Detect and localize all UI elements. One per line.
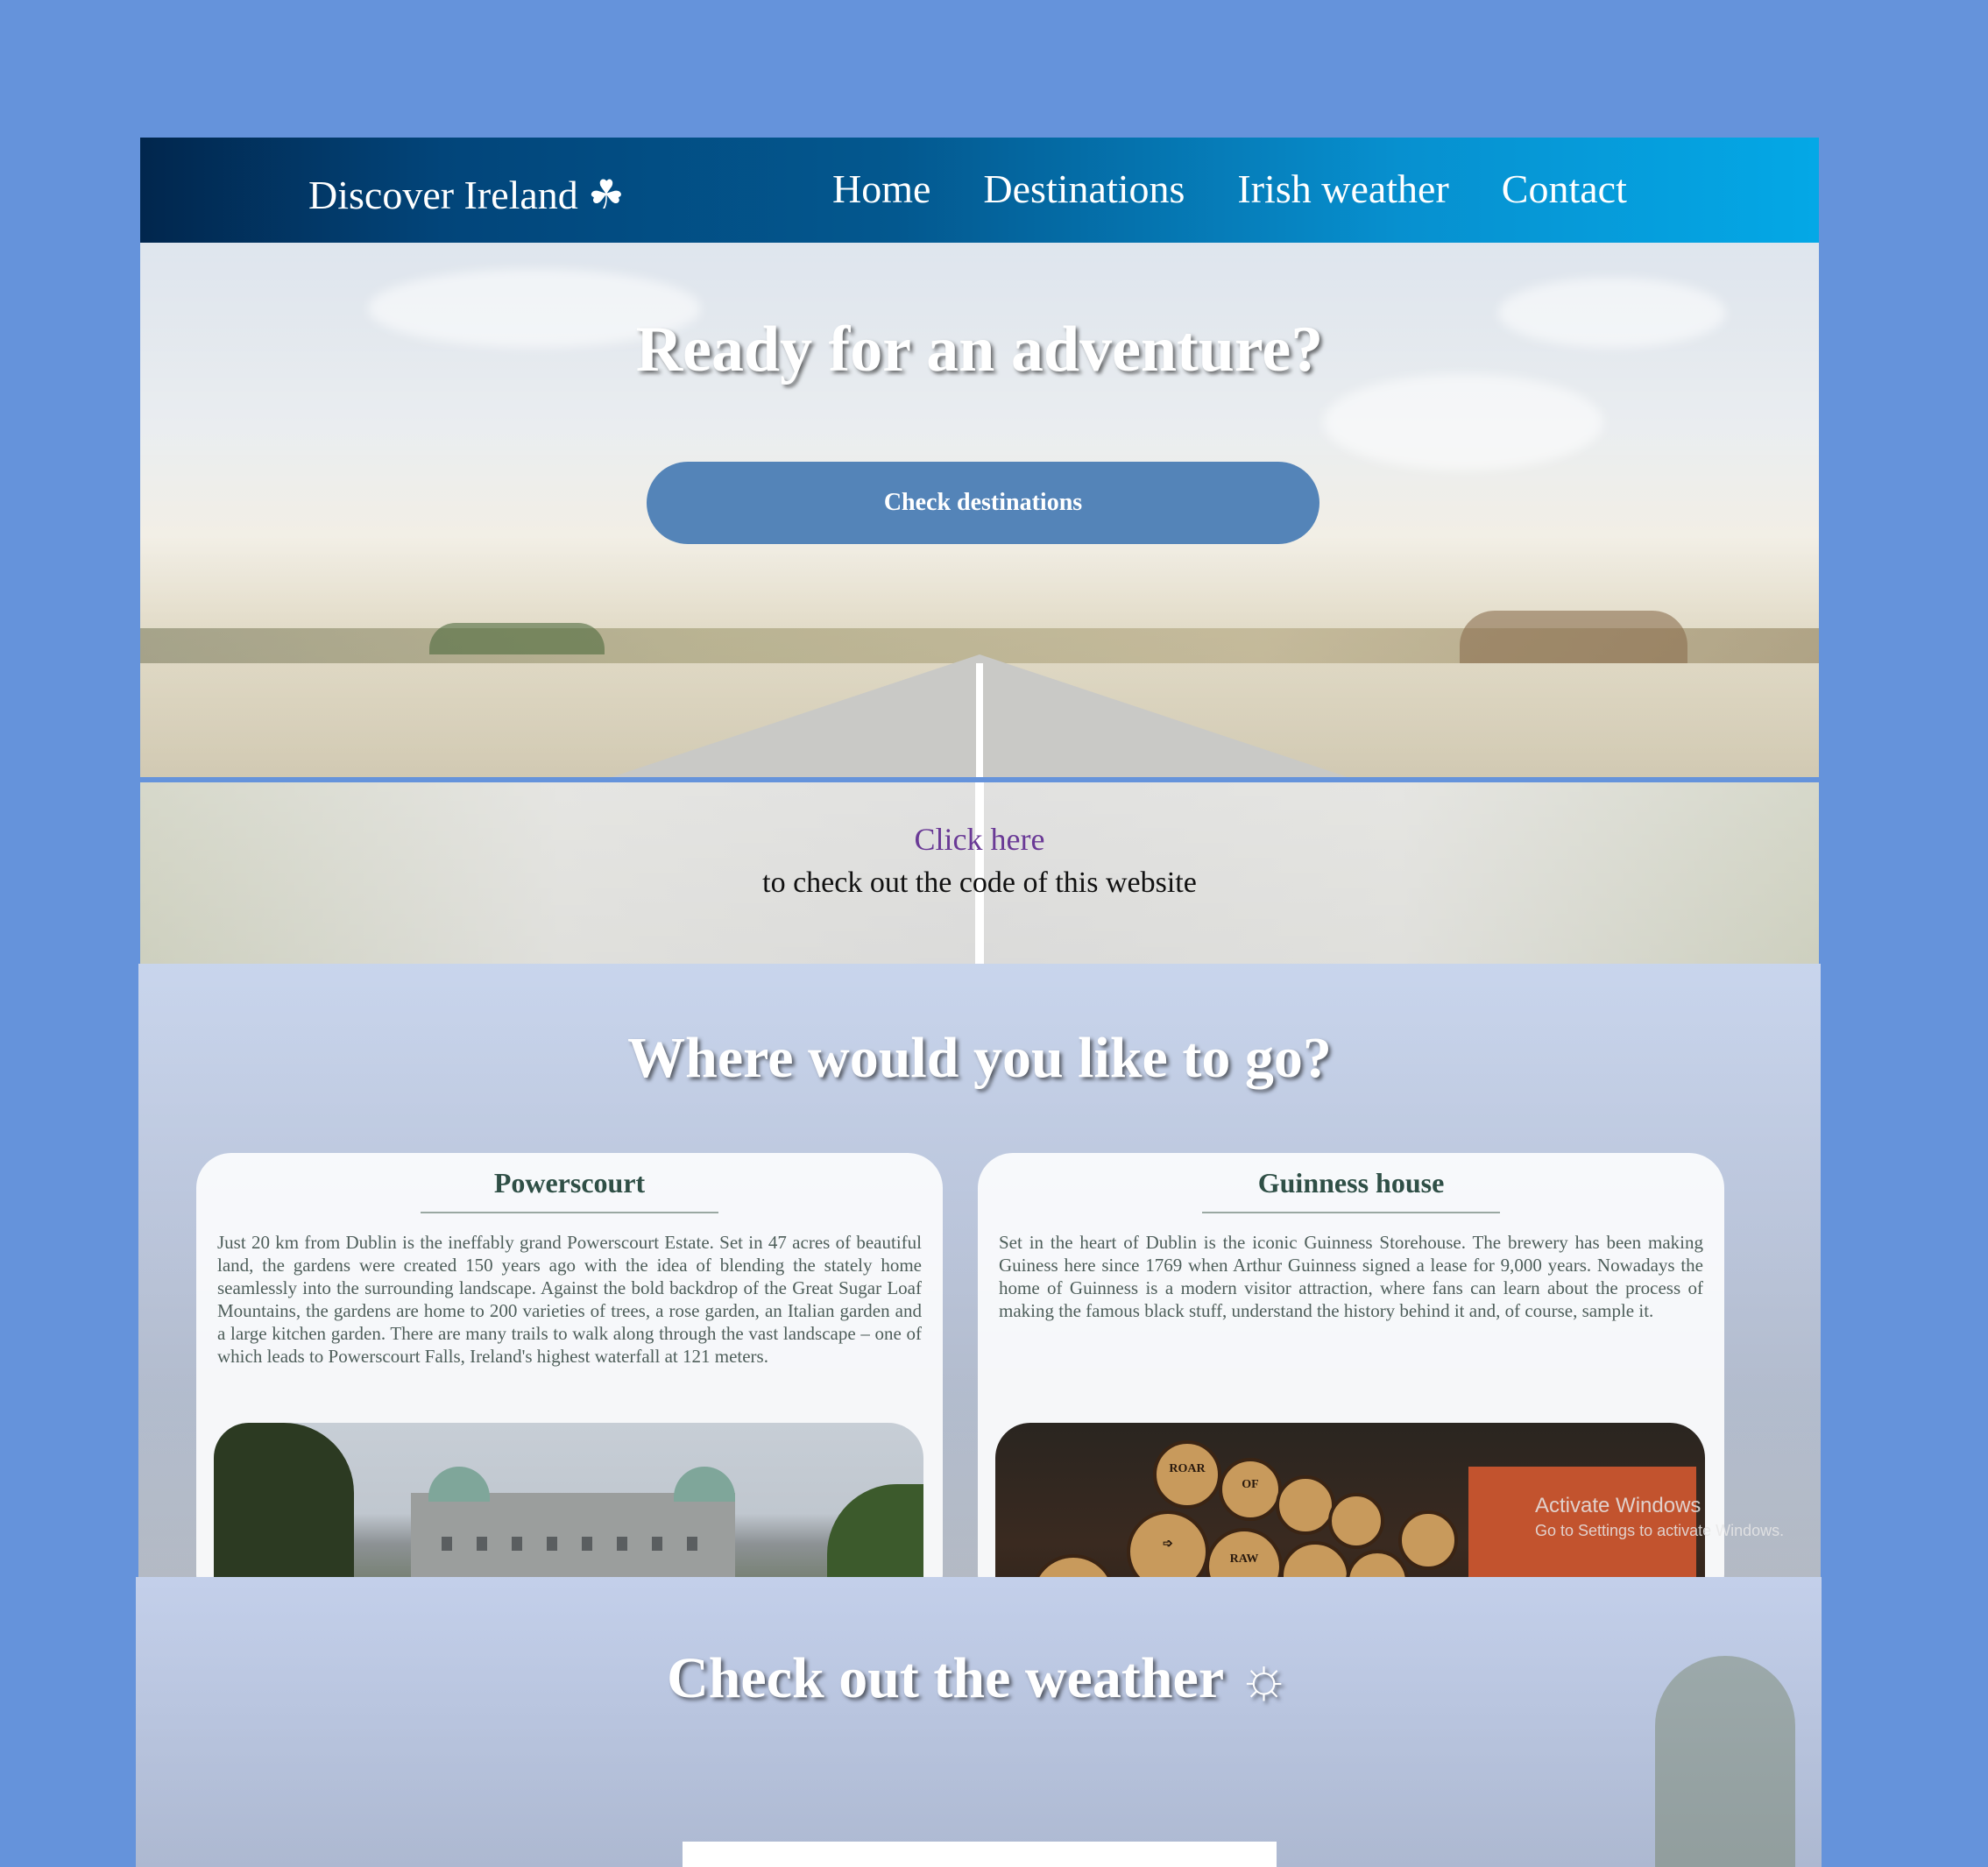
- powerscourt-photo: [214, 1423, 923, 1577]
- barrel-label: RAW: [1229, 1552, 1259, 1566]
- barrel-label: ➩: [1163, 1537, 1173, 1551]
- dome-shape: [674, 1467, 735, 1502]
- nav-weather-link[interactable]: Irish weather: [1237, 166, 1448, 212]
- nav-links: Home Destinations Irish weather Contact: [832, 166, 1627, 212]
- weather-title: Check out the weather ☼: [667, 1646, 1291, 1710]
- window-shape: [617, 1537, 627, 1551]
- watermark-subtitle: Go to Settings to activate Windows.: [1535, 1522, 1785, 1539]
- navbar: Discover Ireland ☘ Home Destinations Iri…: [140, 138, 1819, 243]
- code-description: to check out the code of this website: [762, 866, 1197, 899]
- barrel-label: OF: [1242, 1478, 1259, 1492]
- window-shape: [582, 1537, 592, 1551]
- activate-windows-watermark: Activate Windows Go to Settings to activ…: [1535, 1494, 1784, 1540]
- window-shape: [652, 1537, 662, 1551]
- barrel-shape: [1030, 1554, 1116, 1577]
- window-shape: [477, 1537, 487, 1551]
- barrel-shape: ➩: [1127, 1510, 1209, 1577]
- window-shape: [547, 1537, 557, 1551]
- window-shape: [442, 1537, 452, 1551]
- barrel-label: ROAR: [1169, 1462, 1206, 1475]
- trees-background: [429, 623, 605, 654]
- window-shape: [512, 1537, 522, 1551]
- card-text: Just 20 km from Dublin is the ineffably …: [217, 1232, 922, 1367]
- window-shape: [687, 1537, 697, 1551]
- dome-shape: [428, 1467, 490, 1502]
- code-link[interactable]: Click here: [140, 821, 1819, 858]
- weather-section: Check out the weather ☼: [136, 1577, 1822, 1867]
- barrel-shape: OF: [1219, 1458, 1282, 1521]
- barrel-shape: RAW: [1206, 1528, 1283, 1577]
- hero-section: Ready for an adventure? Check destinatio…: [140, 243, 1819, 777]
- card-divider: [1202, 1212, 1500, 1213]
- nav-destinations-link[interactable]: Destinations: [983, 166, 1185, 212]
- destination-card-powerscourt: Powerscourt Just 20 km from Dublin is th…: [196, 1153, 943, 1577]
- check-destinations-button[interactable]: Check destinations: [647, 462, 1319, 544]
- nav-home-link[interactable]: Home: [832, 166, 930, 212]
- cloud-decoration: [1323, 374, 1603, 470]
- barrel-shape: [1280, 1541, 1350, 1577]
- destinations-title: Where would you like to go?: [627, 1026, 1332, 1090]
- road-line: [976, 663, 983, 777]
- barrel-shape: [1276, 1475, 1335, 1535]
- barrel-shape: [1346, 1550, 1409, 1577]
- card-divider: [421, 1212, 718, 1213]
- tree-shape: [214, 1423, 354, 1577]
- barrel-shape: [1328, 1493, 1384, 1549]
- weather-widget[interactable]: [683, 1842, 1277, 1867]
- code-section: Click here to check out the code of this…: [140, 782, 1819, 964]
- barrel-shape: ROAR: [1153, 1440, 1221, 1509]
- brand-logo[interactable]: Discover Ireland ☘: [308, 171, 625, 218]
- card-text: Set in the heart of Dublin is the iconic…: [999, 1232, 1703, 1321]
- trees-background: [1460, 611, 1687, 663]
- card-title: Powerscourt: [493, 1167, 646, 1199]
- estate-house-shape: [411, 1493, 735, 1577]
- hero-title: Ready for an adventure?: [635, 314, 1324, 385]
- barrel-shape: [1398, 1510, 1458, 1570]
- tree-shape: [827, 1484, 923, 1577]
- watermark-title: Activate Windows: [1535, 1494, 1701, 1517]
- card-title: Guinness house: [1257, 1167, 1445, 1199]
- destinations-section: Where would you like to go? Powerscourt …: [138, 964, 1821, 1577]
- nav-contact-link[interactable]: Contact: [1502, 166, 1627, 212]
